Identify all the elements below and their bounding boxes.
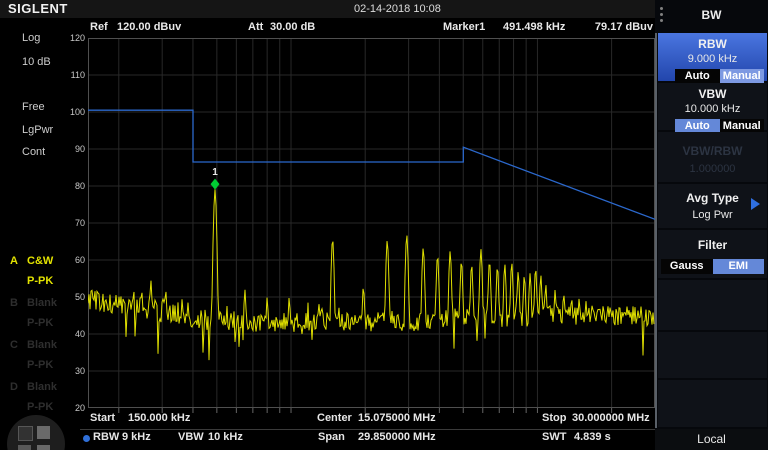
softkey-avg-type[interactable]: Avg Type Log Pwr <box>658 184 767 228</box>
grid-icon-square <box>18 445 31 450</box>
softkey-rbw[interactable]: RBW 9.000 kHz Auto Manual <box>658 33 767 81</box>
softkey-empty-2 <box>658 332 767 378</box>
softkey-vbw-rbw-ratio[interactable]: VBW/RBW 1.000000 <box>658 132 767 182</box>
local-button[interactable]: Local <box>655 429 768 450</box>
top-bar: SIGLENT 02-14-2018 10:08 <box>0 0 655 18</box>
y-axis-tick-label: 60 <box>58 255 85 265</box>
y-axis-tick-label: 80 <box>58 181 85 191</box>
sweep-time-label: SWT <box>542 431 566 443</box>
filter-label: Filter <box>658 238 767 252</box>
rbw-status-value: 9 kHz <box>122 431 151 443</box>
trace-mode: Blank <box>27 381 57 393</box>
submenu-arrow-icon <box>751 198 760 210</box>
rbw-label: RBW <box>658 37 767 51</box>
softkey-vbw[interactable]: VBW 10.000 kHz Auto Manual <box>658 83 767 130</box>
softkey-filter[interactable]: Filter Gauss EMI <box>658 230 767 278</box>
rbw-manual-option[interactable]: Manual <box>720 69 765 84</box>
vbw-label: VBW <box>658 87 767 101</box>
brand-logo: SIGLENT <box>8 1 68 16</box>
attenuation-label: Att <box>248 21 263 33</box>
amplitude-scale-type: Log <box>22 32 40 44</box>
trace-detector: P-PK <box>27 317 53 329</box>
vbw-status-value: 10 kHz <box>208 431 243 443</box>
trace-detector: P-PK <box>27 359 53 371</box>
grid-widget-icon[interactable] <box>7 415 65 450</box>
filter-emi-option[interactable]: EMI <box>713 259 765 274</box>
ref-level-label: Ref <box>90 21 108 33</box>
trace-id: D <box>10 381 18 393</box>
y-axis-tick-label: 30 <box>58 366 85 376</box>
marker-diamond[interactable] <box>211 179 220 190</box>
trace-id: C <box>10 339 18 351</box>
softkey-empty-3 <box>658 380 767 427</box>
rbw-value: 9.000 kHz <box>658 53 767 65</box>
grid-icon-square <box>18 426 33 441</box>
start-freq-label: Start <box>90 412 115 424</box>
vbw-value: 10.000 kHz <box>658 103 767 115</box>
spectrum-svg: 1 <box>88 38 655 414</box>
trace-id: B <box>10 297 18 309</box>
rbw-status-label: RBW <box>93 431 119 443</box>
stop-freq-label: Stop <box>542 412 566 424</box>
grid-icon-square <box>37 426 50 439</box>
stop-freq-value: 30.000000 MHz <box>572 412 650 424</box>
trace-mode: C&W <box>27 255 53 267</box>
trace-indicator-b: B Blank P-PK <box>0 297 70 333</box>
footer-divider <box>80 429 655 430</box>
menu-title: BW <box>655 0 768 30</box>
rbw-auto-option[interactable]: Auto <box>675 69 720 84</box>
amplitude-scale-per-div: 10 dB <box>22 56 51 68</box>
datetime-display: 02-14-2018 10:08 <box>354 3 441 15</box>
y-axis-tick-label: 20 <box>58 403 85 413</box>
average-mode: LgPwr <box>22 124 53 136</box>
span-value: 29.850000 MHz <box>358 431 436 443</box>
trace-mode: Blank <box>27 297 57 309</box>
softkey-panel: BW RBW 9.000 kHz Auto Manual VBW 10.000 … <box>655 0 768 450</box>
grid-icon-square <box>37 445 50 450</box>
y-axis-tick-label: 50 <box>58 292 85 302</box>
start-freq-value: 150.000 kHz <box>128 412 190 424</box>
vbw-status-label: VBW <box>178 431 204 443</box>
ref-level-value: 120.00 dBuv <box>117 21 181 33</box>
rbw-status-dot <box>83 435 90 442</box>
vbw-rbw-value: 1.000000 <box>658 163 767 175</box>
filter-gauss-option[interactable]: Gauss <box>661 259 713 274</box>
sweep-mode: Cont <box>22 146 45 158</box>
center-freq-label: Center <box>317 412 352 424</box>
spectrum-display: 1 <box>88 38 655 413</box>
y-axis-tick-label: 110 <box>58 70 85 80</box>
trace-mode: Blank <box>27 339 57 351</box>
span-label: Span <box>318 431 345 443</box>
limit-line <box>88 110 655 219</box>
avg-type-value: Log Pwr <box>658 209 767 221</box>
y-axis-tick-label: 100 <box>58 107 85 117</box>
trace-id: A <box>10 255 18 267</box>
sweep-time-value: 4.839 s <box>574 431 611 443</box>
trace-detector: P-PK <box>27 275 53 287</box>
spectrum-analyzer-screen: SIGLENT 02-14-2018 10:08 Ref 120.00 dBuv… <box>0 0 768 450</box>
trigger-mode: Free <box>22 101 45 113</box>
y-axis-tick-label: 70 <box>58 218 85 228</box>
panel-edge-line <box>655 33 657 428</box>
marker-number-label: 1 <box>212 167 218 178</box>
softkey-empty-1 <box>658 280 767 330</box>
marker-readout-frequency: 491.498 kHz <box>503 21 565 33</box>
attenuation-value: 30.00 dB <box>270 21 315 33</box>
marker-readout-amplitude: 79.17 dBuv <box>595 21 653 33</box>
y-axis-tick-label: 40 <box>58 329 85 339</box>
trace-detector: P-PK <box>27 401 53 413</box>
y-axis-tick-label: 90 <box>58 144 85 154</box>
marker-readout-label: Marker1 <box>443 21 485 33</box>
vbw-rbw-label: VBW/RBW <box>658 144 767 158</box>
center-freq-value: 15.075000 MHz <box>358 412 436 424</box>
y-axis-tick-label: 120 <box>58 33 85 43</box>
